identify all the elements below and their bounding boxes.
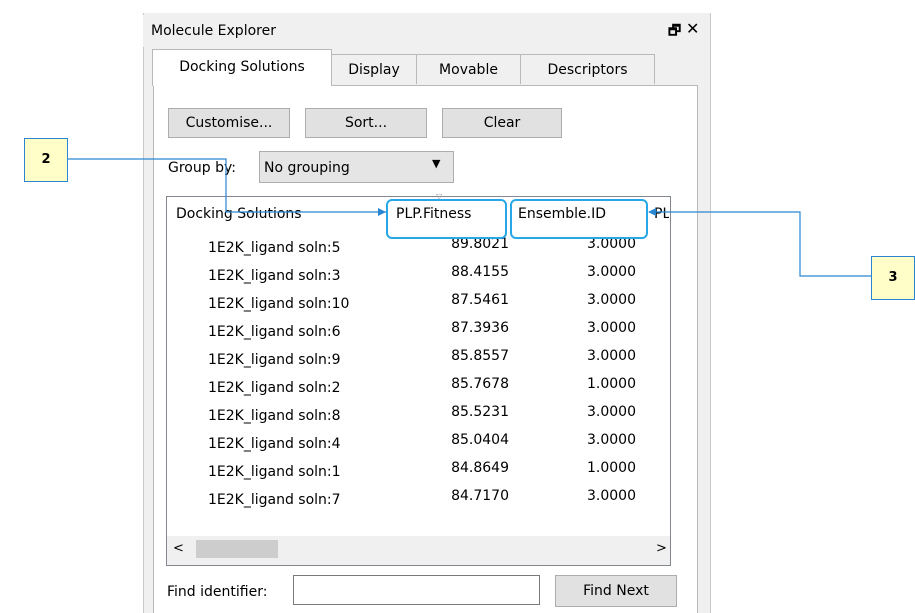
callout-3: 3 bbox=[871, 256, 915, 300]
callout-2: 2 bbox=[24, 138, 68, 182]
row-fitness: 85.8557 bbox=[451, 348, 509, 364]
row-ensemble: 1.0000 bbox=[587, 460, 636, 476]
tab-display[interactable]: Display bbox=[331, 54, 417, 84]
panel-title: Molecule Explorer bbox=[151, 23, 276, 39]
tab-descriptors[interactable]: Descriptors bbox=[520, 54, 655, 84]
row-name[interactable]: 1E2K_ligand soln:7 bbox=[208, 492, 341, 508]
highlight-ensemble-id bbox=[510, 199, 648, 239]
row-ensemble: 3.0000 bbox=[587, 488, 636, 504]
row-ensemble: 1.0000 bbox=[587, 376, 636, 392]
float-window-icon[interactable]: 🗗 bbox=[668, 20, 681, 44]
row-ensemble: 3.0000 bbox=[587, 348, 636, 364]
group-by-label: Group by: bbox=[168, 160, 236, 176]
group-by-value: No grouping bbox=[264, 160, 350, 176]
tab-docking-solutions[interactable]: Docking Solutions bbox=[152, 49, 332, 86]
row-fitness: 85.0404 bbox=[451, 432, 509, 448]
row-name[interactable]: 1E2K_ligand soln:9 bbox=[208, 352, 341, 368]
row-fitness: 85.7678 bbox=[451, 376, 509, 392]
customise-button[interactable]: Customise... bbox=[168, 108, 290, 138]
row-name[interactable]: 1E2K_ligand soln:3 bbox=[208, 268, 341, 284]
row-name[interactable]: 1E2K_ligand soln:6 bbox=[208, 324, 341, 340]
row-ensemble: 3.0000 bbox=[587, 264, 636, 280]
row-fitness: 88.4155 bbox=[451, 264, 509, 280]
scroll-right-icon[interactable]: > bbox=[656, 541, 667, 556]
clear-button[interactable]: Clear bbox=[442, 108, 562, 138]
row-name[interactable]: 1E2K_ligand soln:1 bbox=[208, 464, 341, 480]
find-next-button[interactable]: Find Next bbox=[555, 575, 677, 607]
row-ensemble: 3.0000 bbox=[587, 432, 636, 448]
column-header-docking-solutions[interactable]: Docking Solutions bbox=[176, 206, 302, 222]
row-fitness: 85.5231 bbox=[451, 404, 509, 420]
row-name[interactable]: 1E2K_ligand soln:2 bbox=[208, 380, 341, 396]
row-fitness: 84.8649 bbox=[451, 460, 509, 476]
column-header-plp-partial[interactable]: PLF bbox=[654, 206, 669, 222]
row-ensemble: 3.0000 bbox=[587, 292, 636, 308]
row-fitness: 87.5461 bbox=[451, 292, 509, 308]
sort-button[interactable]: Sort... bbox=[305, 108, 427, 138]
close-icon[interactable]: ✕ bbox=[686, 19, 699, 38]
row-name[interactable]: 1E2K_ligand soln:4 bbox=[208, 436, 341, 452]
find-identifier-label: Find identifier: bbox=[167, 584, 268, 600]
scrollbar-thumb[interactable] bbox=[196, 540, 278, 558]
row-name[interactable]: 1E2K_ligand soln:10 bbox=[208, 296, 349, 312]
row-fitness: 84.7170 bbox=[451, 488, 509, 504]
find-identifier-input[interactable] bbox=[293, 575, 540, 605]
row-name[interactable]: 1E2K_ligand soln:8 bbox=[208, 408, 341, 424]
row-ensemble: 3.0000 bbox=[587, 320, 636, 336]
scroll-left-icon[interactable]: < bbox=[173, 541, 184, 556]
row-fitness: 87.3936 bbox=[451, 320, 509, 336]
chevron-down-icon[interactable]: ▼ bbox=[432, 157, 440, 170]
row-name[interactable]: 1E2K_ligand soln:5 bbox=[208, 240, 341, 256]
row-ensemble: 3.0000 bbox=[587, 404, 636, 420]
highlight-plp-fitness bbox=[386, 199, 507, 239]
tab-movable[interactable]: Movable bbox=[416, 54, 521, 84]
